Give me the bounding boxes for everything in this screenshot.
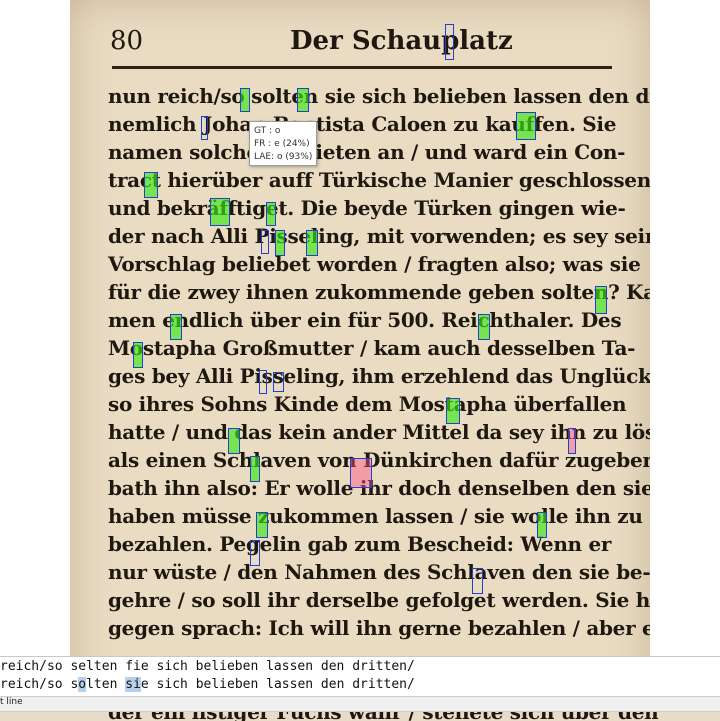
ocr-char-mismatch[interactable] xyxy=(568,428,576,454)
text-line-12[interactable]: so ihres Sohns Kinde dem Mostapha überfa… xyxy=(108,392,627,416)
ocr-tooltip: GT : o FR : e (24%) LAE: o (93%) xyxy=(249,121,317,166)
text-line-20[interactable]: gegen sprach: Ich will ihn gerne bezahle… xyxy=(108,616,650,640)
ocr-char-match[interactable] xyxy=(478,314,490,340)
ocr-char-mismatch[interactable] xyxy=(350,458,372,488)
ocr-char-match[interactable] xyxy=(210,198,230,226)
text-line-2[interactable]: nemlich Johan Baptista Caloen zu kauffen… xyxy=(108,112,616,136)
ocr-char-match[interactable] xyxy=(144,172,158,198)
text-line-7[interactable]: Vorschlag beliebet worden / fragten also… xyxy=(108,252,641,276)
page-header-title: Der Schauplatz xyxy=(290,26,513,56)
status-bar: t line xyxy=(0,696,720,712)
text-line-5[interactable]: und bekräfftiget. Die beyde Türken ginge… xyxy=(108,196,626,220)
ocr-char-box[interactable] xyxy=(259,370,267,394)
text-line-19[interactable]: gehre / so soll ihr derselbe gefolget we… xyxy=(108,588,650,612)
gt-segment: e sich belieben lassen den dritten/ xyxy=(140,677,415,692)
text-line-6[interactable]: der nach Alli Pisseling, mit vorwenden; … xyxy=(108,224,650,248)
text-line-1[interactable]: nun reich/so solten sie sich belieben la… xyxy=(108,84,650,108)
tooltip-fr-result: FR : e (24%) xyxy=(254,139,310,149)
ocr-char-match[interactable] xyxy=(170,314,182,340)
document-viewer: 80 Der Schauplatz nun reich/so solten si… xyxy=(0,0,720,721)
ocr-char-match[interactable] xyxy=(537,512,547,538)
ocr-char-box[interactable] xyxy=(250,540,260,566)
ocr-char-match[interactable] xyxy=(446,398,460,424)
gt-segment: lten xyxy=(86,677,126,692)
ocr-char-match[interactable] xyxy=(250,456,260,482)
text-line-3[interactable]: namen solches Erbieten an / und ward ein… xyxy=(108,140,625,164)
ocr-char-match[interactable] xyxy=(306,230,318,256)
ocr-char-match[interactable] xyxy=(228,428,240,454)
gt-diff-highlight: o xyxy=(78,677,87,692)
text-line-10[interactable]: Mostapha Großmutter / kam auch desselben… xyxy=(108,336,635,360)
ocr-char-box[interactable] xyxy=(261,230,269,254)
ground-truth-line[interactable]: reich/so solten sie sich belieben lassen… xyxy=(0,677,415,692)
text-line-9[interactable]: men endlich über ein für 500. Reichthale… xyxy=(108,308,622,332)
tooltip-lae-result: LAE: o (93%) xyxy=(254,152,313,162)
header-rule xyxy=(112,66,612,69)
text-line-16[interactable]: haben müsse zukommen lassen / sie wolle … xyxy=(108,504,650,528)
ocr-char-box[interactable] xyxy=(201,116,208,140)
ocr-char-match[interactable] xyxy=(516,112,536,140)
gt-segment: reich/so s xyxy=(0,677,79,692)
ocr-char-match[interactable] xyxy=(133,342,143,368)
ocr-char-box[interactable] xyxy=(445,24,454,60)
ocr-char-match[interactable] xyxy=(256,512,268,538)
running-head: 80 Der Schauplatz xyxy=(110,22,610,62)
ocr-char-box[interactable] xyxy=(273,372,284,392)
text-line-15[interactable]: bath ihn also: Er wolle ihr doch denselb… xyxy=(108,476,650,500)
ocr-char-match[interactable] xyxy=(297,88,309,112)
comparison-panel: reich/so selten fie sich belieben lassen… xyxy=(0,656,720,697)
text-line-4[interactable]: tract hierüber auff Türkische Manier ges… xyxy=(108,168,650,192)
ocr-char-match[interactable] xyxy=(266,202,276,226)
text-line-18[interactable]: nur wüste / den Nahmen des Schlaven den … xyxy=(108,560,650,584)
scanned-page: 80 Der Schauplatz nun reich/so solten si… xyxy=(70,0,650,721)
ocr-char-match[interactable] xyxy=(595,286,607,314)
ocr-char-match[interactable] xyxy=(275,230,285,256)
tooltip-ground-truth: GT : o xyxy=(254,126,281,136)
ocr-char-box[interactable] xyxy=(472,568,483,594)
text-line-17[interactable]: bezahlen. Pegelin gab zum Bescheid: Wenn… xyxy=(108,532,611,556)
text-line-11[interactable]: ges bey Alli Pisseling, ihm erzehlend da… xyxy=(108,364,650,388)
text-line-8[interactable]: für die zwey ihnen zukommende geben solt… xyxy=(108,280,650,304)
page-number: 80 xyxy=(110,26,144,56)
gt-diff-highlight: si xyxy=(125,677,141,692)
ocr-char-match[interactable] xyxy=(240,88,250,112)
status-text: t line xyxy=(0,697,23,707)
ocr-output-line[interactable]: reich/so selten fie sich belieben lassen… xyxy=(0,659,415,674)
